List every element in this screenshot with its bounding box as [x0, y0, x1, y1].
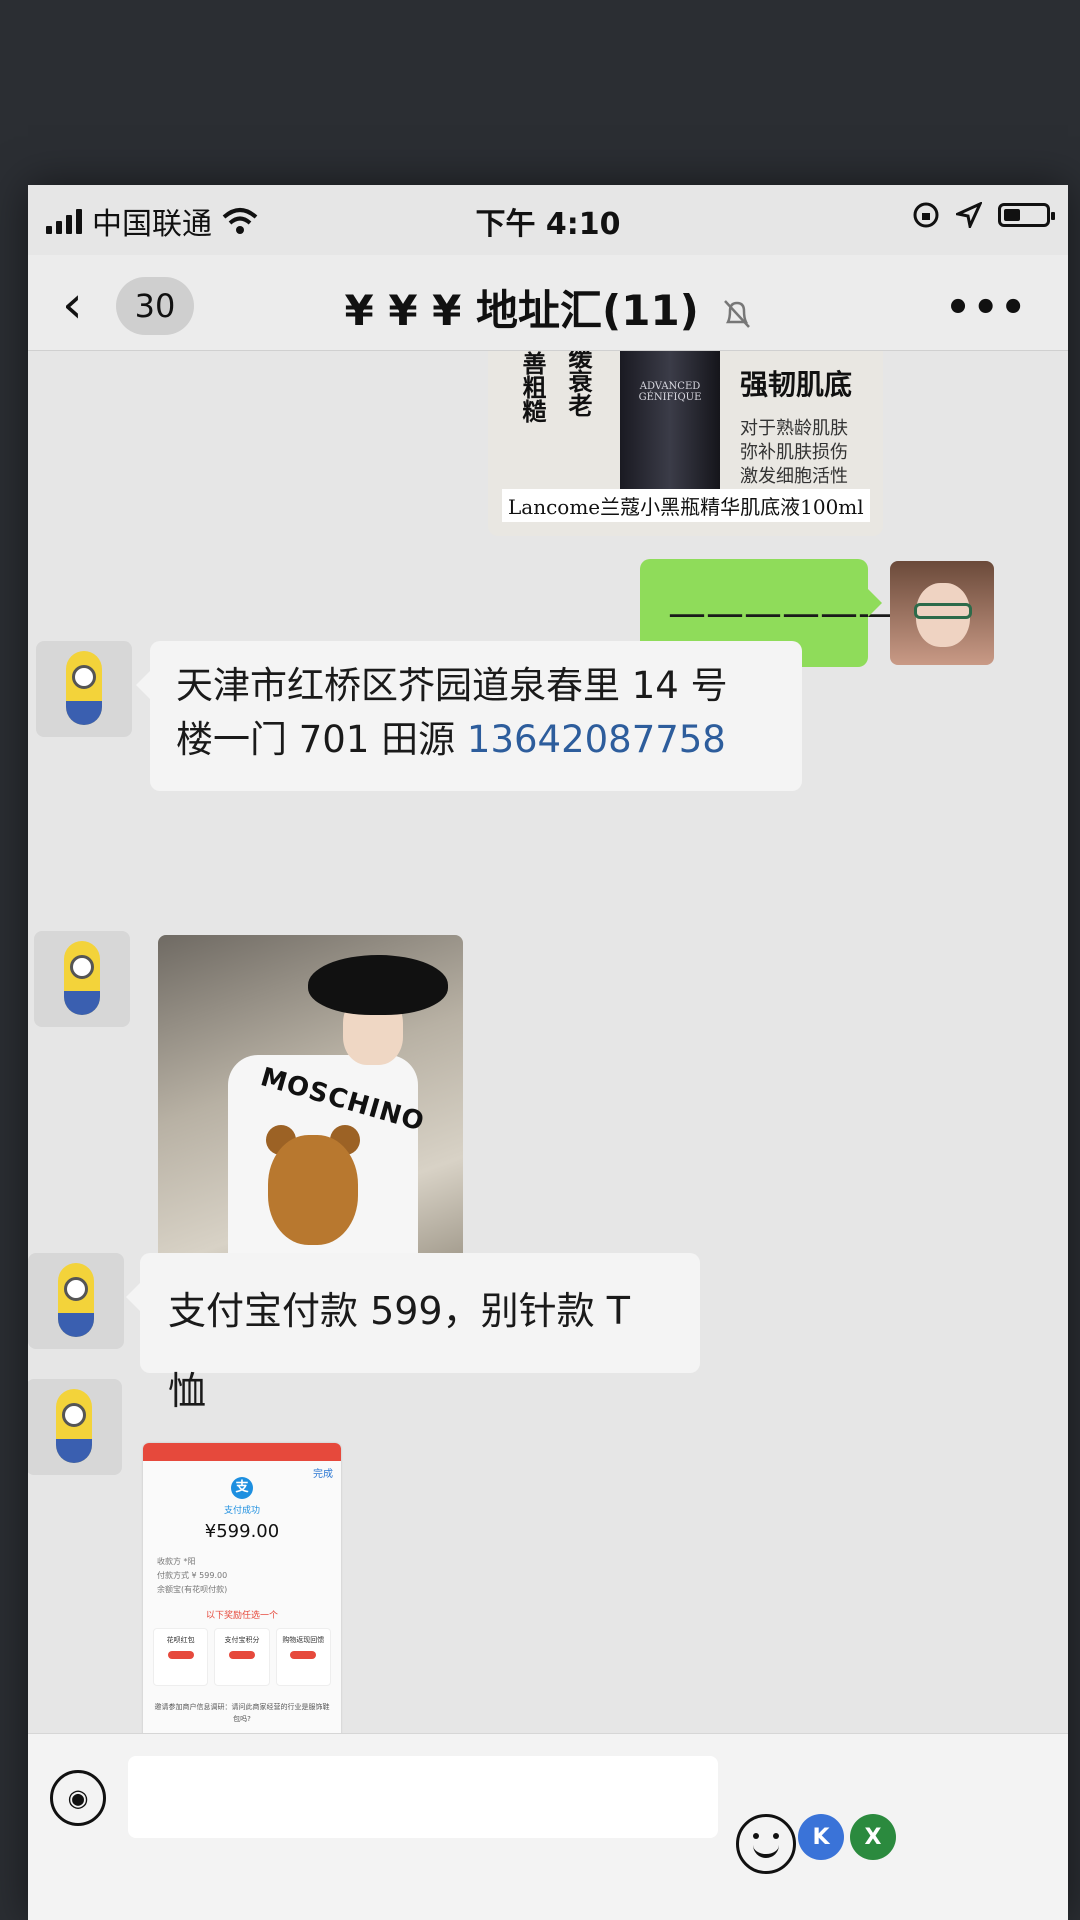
product-caption: Lancome兰蔻小黑瓶精华肌底液100ml	[502, 489, 870, 522]
minion-goggle	[72, 665, 96, 689]
battery-icon	[998, 203, 1055, 227]
floating-app-icon-k[interactable]: K	[798, 1814, 844, 1860]
payment-message-text: 支付宝付款 599，别针款 T 恤	[168, 1289, 630, 1413]
photo-hat	[308, 955, 448, 1015]
phone-screen: 中国联通 下午 4:10 ‹ 30 ¥ ¥ ¥ 地址汇(11) ••• 延缓衰老…	[28, 185, 1068, 1920]
receipt-done-label: 完成	[313, 1469, 333, 1480]
receipt-card-pill	[228, 1651, 255, 1659]
bottle-label: ADVANCED GÉNIFIQUE	[638, 381, 702, 403]
receipt-footer: 邀请参加商户信息调研：请问此商家经营的行业是服饰鞋包吗?	[154, 1703, 330, 1723]
address-line-2: 楼一门 701 田源 13642087758	[176, 713, 776, 767]
input-bar: ◉ K X	[28, 1733, 1068, 1920]
receipt-card: 购物返现回馈	[275, 1628, 331, 1686]
receipt-card-label: 购物返现回馈	[282, 1636, 325, 1644]
emoji-icon[interactable]	[736, 1814, 796, 1874]
chat-title: ¥ ¥ ¥ 地址汇(11)	[28, 277, 1068, 338]
product-desc: 对于熟龄肌肤 弥补肌肤损伤 激发细胞活性	[740, 417, 848, 489]
product-desc-line: 激发细胞活性	[740, 466, 848, 487]
contact-avatar[interactable]	[28, 1253, 124, 1349]
status-right	[912, 201, 1055, 229]
minion-overalls	[66, 701, 102, 725]
my-avatar[interactable]	[890, 561, 994, 665]
chat-title-text: ¥ ¥ ¥ 地址汇(11)	[344, 286, 699, 335]
contact-avatar[interactable]	[36, 641, 132, 737]
more-icon[interactable]: •••	[945, 285, 1028, 331]
receipt-statusbar	[143, 1443, 341, 1461]
payment-message-bubble[interactable]: 支付宝付款 599，别针款 T 恤	[126, 1253, 700, 1413]
address-line-1: 天津市红桥区芥园道泉春里 14 号	[176, 664, 728, 707]
bell-off-icon	[723, 299, 750, 328]
product-desc-line: 弥补肌肤损伤	[740, 442, 848, 463]
phone-link[interactable]: 13642087758	[467, 718, 726, 761]
voice-icon[interactable]: ◉	[50, 1770, 106, 1826]
product-side-text: 延缓衰老	[564, 351, 593, 417]
receipt-row: 付款方式 ¥ 599.00	[157, 1571, 228, 1580]
receipt-card: 支付宝积分	[214, 1628, 270, 1686]
contact-avatar[interactable]	[28, 1379, 122, 1475]
minion-goggle	[62, 1403, 86, 1427]
receipt-image-message[interactable]: 完成 支 支付成功 ¥599.00 收款方 *阳 付款方式 ¥ 599.00 余…	[143, 1443, 341, 1768]
floating-app-icons: K X	[798, 1814, 896, 1860]
my-message-text: ——————	[668, 591, 896, 635]
product-headline: 强韧肌底	[740, 368, 853, 401]
receipt-row: 收款方 *阳	[157, 1557, 196, 1566]
product-image-message[interactable]: 延缓衰老 善粗糙 ADVANCED GÉNIFIQUE 强韧肌底 对于熟龄肌肤 …	[488, 351, 883, 536]
receipt-card-label: 支付宝积分	[224, 1636, 260, 1644]
receipt-card-pill	[290, 1651, 317, 1659]
tshirt-photo-message[interactable]: MOSCHINO	[158, 935, 463, 1300]
message-input[interactable]	[128, 1756, 718, 1838]
minion-overalls	[64, 991, 100, 1015]
product-side-text-2: 善粗糙	[518, 351, 547, 423]
receipt-banner: 以下奖励任选一个	[205, 1611, 278, 1621]
avatar-glasses	[914, 603, 972, 619]
location-icon	[956, 202, 982, 228]
minion-overalls	[56, 1439, 92, 1463]
minion-goggle	[64, 1277, 88, 1301]
status-bar: 中国联通 下午 4:10	[28, 185, 1068, 255]
contact-avatar[interactable]	[34, 931, 130, 1027]
receipt-card-label: 花呗红包	[166, 1636, 195, 1644]
receipt-cards: 花呗红包 支付宝积分 购物返现回馈	[153, 1628, 331, 1686]
receipt-card-pill	[167, 1651, 194, 1659]
receipt-amount: ¥599.00	[204, 1521, 280, 1542]
photo-bear	[268, 1135, 358, 1245]
receipt-row: 余额宝(有花呗付款)	[157, 1585, 228, 1594]
minion-goggle	[70, 955, 94, 979]
product-bottle: ADVANCED GÉNIFIQUE	[620, 351, 720, 501]
chat-header: ‹ 30 ¥ ¥ ¥ 地址汇(11) •••	[28, 255, 1068, 351]
address-line-2-text: 楼一门 701 田源	[176, 718, 467, 761]
minion-overalls	[58, 1313, 94, 1337]
floating-app-icon-x[interactable]: X	[850, 1814, 896, 1860]
receipt-rows: 收款方 *阳 付款方式 ¥ 599.00 余额宝(有花呗付款)	[157, 1555, 327, 1597]
receipt-success-label: 支付成功	[223, 1506, 260, 1516]
alipay-logo-icon: 支	[231, 1477, 253, 1499]
address-message-bubble[interactable]: 天津市红桥区芥园道泉春里 14 号 楼一门 701 田源 13642087758	[136, 641, 802, 791]
product-desc-line: 对于熟龄肌肤	[740, 418, 848, 439]
receipt-card: 花呗红包	[153, 1628, 209, 1686]
rotation-lock-icon	[913, 202, 939, 228]
